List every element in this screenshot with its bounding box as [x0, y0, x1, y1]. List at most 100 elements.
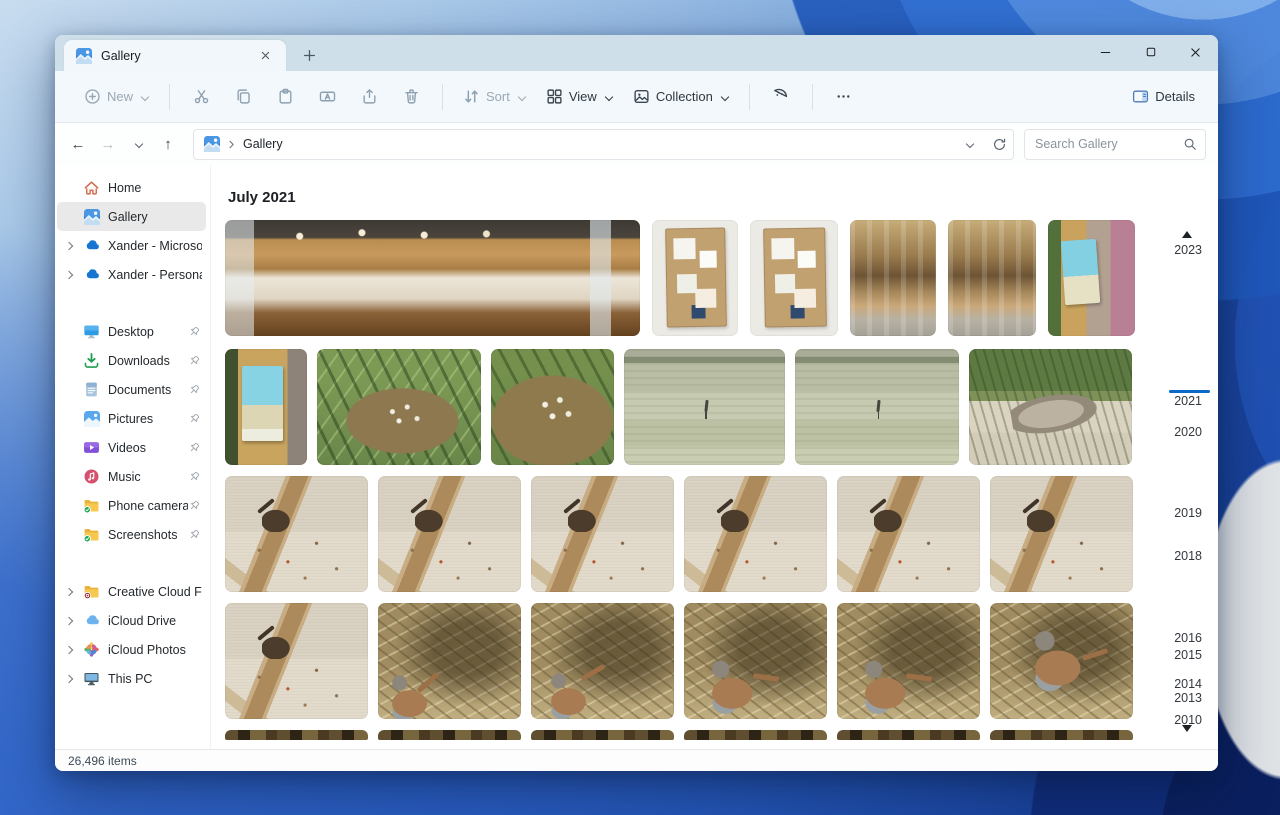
creative-cloud-folder-icon [83, 583, 100, 600]
share-button[interactable] [352, 80, 386, 114]
close-button[interactable] [1173, 35, 1218, 69]
timeline-year-2019[interactable]: 2019 [1174, 505, 1202, 521]
timeline-year-2015[interactable]: 2015 [1174, 647, 1202, 663]
sidebar-item-downloads[interactable]: Downloads [57, 346, 206, 375]
sidebar-item-music[interactable]: Music [57, 462, 206, 491]
sidebar-item-documents[interactable]: Documents [57, 375, 206, 404]
details-button[interactable]: Details [1123, 81, 1204, 112]
search-box[interactable] [1024, 129, 1206, 160]
photo-sparrow-on-sand[interactable] [684, 476, 827, 592]
photo-birds-poster-on-post[interactable] [225, 349, 307, 465]
onedrive-icon [83, 237, 100, 254]
forward-button[interactable]: → [93, 129, 123, 159]
tab-gallery[interactable]: Gallery [64, 40, 286, 71]
photo-sparrow-in-brush-3[interactable] [837, 603, 980, 719]
timeline-down-arrow[interactable] [1182, 725, 1192, 732]
cut-button[interactable] [184, 80, 218, 114]
photo-sparrow-on-sand[interactable] [378, 476, 521, 592]
toolbar-divider [169, 84, 170, 110]
up-button[interactable]: ↑ [153, 129, 183, 159]
photo-brush-strip[interactable] [225, 730, 368, 740]
chevron-right-icon [227, 140, 236, 149]
photo-brush-strip[interactable] [378, 730, 521, 740]
rename-button[interactable] [310, 80, 344, 114]
sidebar-item-this-pc[interactable]: This PC [57, 664, 206, 693]
sidebar-item-xander-personal[interactable]: Xander - Personal [57, 260, 206, 289]
photo-grass-nest-closeup[interactable] [491, 349, 614, 465]
view-button[interactable]: View [537, 81, 622, 112]
new-button[interactable]: New [75, 81, 158, 112]
delete-button[interactable] [394, 80, 428, 114]
new-tab-button[interactable] [294, 42, 324, 68]
chevron-right-icon[interactable] [63, 643, 77, 657]
chevron-right-icon[interactable] [63, 672, 77, 686]
gallery-icon [83, 208, 100, 225]
chevron-right-icon[interactable] [63, 268, 77, 282]
photo-brush-strip[interactable] [990, 730, 1133, 740]
photo-bulletin-board[interactable] [750, 220, 838, 336]
photo-cafe-interior-panorama[interactable] [225, 220, 640, 336]
photo-sparrow-on-sand[interactable] [225, 603, 368, 719]
chevron-right-icon[interactable] [63, 239, 77, 253]
search-input[interactable] [1035, 137, 1183, 151]
photo-grass-nest-wide[interactable] [317, 349, 481, 465]
sidebar-item-pictures[interactable]: Pictures [57, 404, 206, 433]
paste-button[interactable] [268, 80, 302, 114]
sidebar-item-icloud-drive[interactable]: iCloud Drive [57, 606, 206, 635]
timeline-year-2021-current[interactable]: 2021 [1174, 393, 1202, 409]
sidebar-item-screenshots[interactable]: Screenshots [57, 520, 206, 549]
see-more-button[interactable] [827, 80, 861, 114]
minimize-button[interactable] [1083, 35, 1128, 69]
photo-marsh-wading-bird[interactable] [795, 349, 959, 465]
photo-driftwood-on-beach[interactable] [969, 349, 1132, 465]
timeline-year-2020[interactable]: 2020 [1174, 424, 1202, 440]
photo-shop-window-interior[interactable] [948, 220, 1036, 336]
photo-sparrow-on-sand[interactable] [990, 476, 1133, 592]
sidebar-item-phone-camera-rc[interactable]: Phone camera rc [57, 491, 206, 520]
timeline-year-2013[interactable]: 2013 [1174, 690, 1202, 706]
photo-brush-strip[interactable] [684, 730, 827, 740]
chevron-right-icon[interactable] [63, 585, 77, 599]
photo-sparrow-in-brush-1[interactable] [378, 603, 521, 719]
navigation-sidebar: HomeGalleryXander - MicrosoftXander - Pe… [55, 165, 211, 749]
photo-sparrow-in-brush-3[interactable] [684, 603, 827, 719]
pin-icon [188, 528, 202, 542]
sidebar-item-xander-microsoft[interactable]: Xander - Microsoft [57, 231, 206, 260]
photo-shop-window-interior[interactable] [850, 220, 936, 336]
recent-locations-button[interactable] [123, 129, 153, 159]
sidebar-item-desktop[interactable]: Desktop [57, 317, 206, 346]
photo-brush-strip[interactable] [837, 730, 980, 740]
photo-birds-poster-on-wall[interactable] [1048, 220, 1135, 336]
phone-photos-button[interactable] [764, 80, 798, 114]
tab-close-icon[interactable] [254, 45, 276, 67]
photo-sparrow-on-sand[interactable] [225, 476, 368, 592]
sidebar-item-icloud-photos[interactable]: iCloud Photos [57, 635, 206, 664]
photo-brush-strip[interactable] [531, 730, 674, 740]
timeline-up-arrow[interactable] [1182, 231, 1192, 238]
sidebar-item-home[interactable]: Home [57, 173, 206, 202]
address-bar[interactable]: Gallery [193, 129, 1014, 160]
copy-button[interactable] [226, 80, 260, 114]
chevron-right-icon[interactable] [63, 614, 77, 628]
timeline-year-2018[interactable]: 2018 [1174, 548, 1202, 564]
back-button[interactable]: ← [63, 129, 93, 159]
photo-bulletin-board[interactable] [652, 220, 738, 336]
photo-sparrow-in-brush-2[interactable] [531, 603, 674, 719]
sidebar-item-creative-cloud-files[interactable]: Creative Cloud Files [57, 577, 206, 606]
timeline-year-2023[interactable]: 2023 [1174, 242, 1202, 258]
sidebar-item-videos[interactable]: Videos [57, 433, 206, 462]
photo-sparrow-in-brush-4[interactable] [990, 603, 1133, 719]
photo-sparrow-on-sand[interactable] [837, 476, 980, 592]
photo-marsh-wading-bird[interactable] [624, 349, 785, 465]
sidebar-item-label: Desktop [108, 325, 188, 339]
photo-sparrow-on-sand[interactable] [531, 476, 674, 592]
breadcrumb-item-gallery[interactable]: Gallery [243, 137, 283, 151]
maximize-button[interactable] [1128, 35, 1173, 69]
sidebar-item-gallery[interactable]: Gallery [57, 202, 206, 231]
address-dropdown-icon[interactable] [966, 140, 974, 148]
collection-button[interactable]: Collection [624, 81, 738, 112]
refresh-button[interactable] [992, 137, 1007, 152]
sort-button[interactable]: Sort [454, 81, 535, 112]
chevron-spacer [63, 354, 77, 368]
timeline-year-2016[interactable]: 2016 [1174, 630, 1202, 646]
